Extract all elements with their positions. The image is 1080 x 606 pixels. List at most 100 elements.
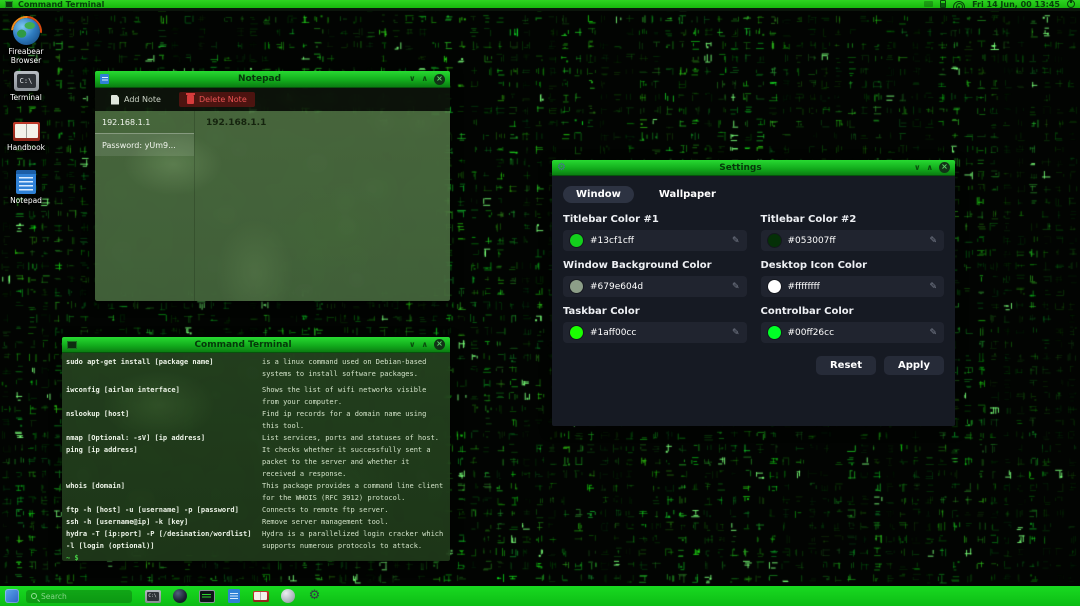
active-window-title[interactable]: Command Terminal (18, 0, 104, 10)
notepad-window-icon (100, 74, 109, 84)
field-window-background-color: Window Background Color #679e604d ✎ (563, 260, 747, 297)
color-swatch (570, 326, 583, 339)
pencil-icon[interactable]: ✎ (929, 282, 937, 292)
controlbar-app-command-terminal[interactable] (198, 588, 215, 604)
clock[interactable]: Fri 14 Jun, 00 13:45 (972, 0, 1060, 10)
settings-gear-icon: ⚙ (308, 588, 321, 603)
field-label: Taskbar Color (563, 306, 640, 317)
close-icon[interactable]: × (434, 73, 445, 85)
notepad-icon (16, 170, 36, 194)
notepad-window: Notepad ∨ ∧ × Add Note Delete Note 192.1… (95, 71, 450, 301)
apply-button[interactable]: Apply (883, 356, 944, 375)
terminal-row: ftp -h [host] -u [username] -p [password… (66, 506, 389, 514)
handbook-icon (12, 122, 40, 141)
maximize-icon[interactable]: ∧ (422, 340, 429, 350)
command-terminal-icon (198, 589, 215, 603)
notepad-titlebar[interactable]: Notepad ∨ ∧ × (95, 71, 450, 88)
minimize-icon[interactable]: ∨ (914, 163, 921, 173)
terminal-row: hydra -T [ip:port] -P [/desination/wordl… (66, 530, 444, 550)
terminal-row: sudo apt-get install [package name] is a… (66, 358, 427, 378)
reset-button[interactable]: Reset (815, 356, 876, 375)
close-icon[interactable]: × (434, 339, 445, 350)
controlbar-app-browser[interactable] (171, 588, 188, 604)
notepad-icon (227, 589, 240, 603)
settings-window: ⚙ Settings ∨ ∧ × Window Wallpaper Titleb… (552, 160, 955, 426)
minimize-icon[interactable]: ∨ (409, 74, 416, 84)
settings-window-title: Settings (719, 162, 762, 173)
pencil-icon[interactable]: ✎ (732, 328, 740, 338)
terminal-row: nslookup [host] Find ip records for a do… (66, 410, 427, 430)
terminal-window-title: Command Terminal (194, 339, 292, 350)
gray-globe-icon (280, 589, 295, 603)
controlbar-app-notepad[interactable] (225, 588, 242, 604)
pencil-icon[interactable]: ✎ (732, 236, 740, 246)
terminal-row: whois [domain] This package provides a c… (66, 482, 444, 502)
color-input[interactable]: #ffffffff ✎ (760, 276, 944, 297)
color-input[interactable]: #053007ff ✎ (760, 230, 944, 251)
wifi-icon[interactable] (953, 0, 966, 8)
browser-globe-icon (12, 18, 40, 45)
close-icon[interactable]: × (939, 162, 950, 173)
field-titlebar-color-1: Titlebar Color #1 #13cf1cff ✎ (563, 214, 747, 251)
terminal-titlebar[interactable]: Command Terminal ∨ ∧ × (62, 337, 450, 353)
settings-tabs: Window Wallpaper (563, 186, 944, 203)
color-input[interactable]: #679e604d ✎ (563, 276, 747, 297)
field-titlebar-color-2: Titlebar Color #2 #053007ff ✎ (760, 214, 944, 251)
trash-icon (185, 93, 195, 104)
tab-wallpaper[interactable]: Wallpaper (646, 186, 729, 203)
power-icon[interactable] (1067, 0, 1075, 8)
note-list-item[interactable]: 192.168.1.1 (95, 111, 194, 134)
settings-body: Window Wallpaper Titlebar Color #1 #13cf… (552, 176, 955, 375)
note-content[interactable]: 192.168.1.1 (195, 111, 450, 301)
settings-window-icon: ⚙ (557, 161, 566, 173)
add-note-button[interactable]: Add Note (103, 92, 169, 108)
color-swatch (570, 280, 583, 293)
settings-titlebar[interactable]: ⚙ Settings ∨ ∧ × (552, 160, 955, 176)
terminal-output[interactable]: sudo apt-get install [package name] is a… (62, 353, 450, 561)
terminal-icon: C:\ (13, 71, 39, 91)
color-input[interactable]: #00ff26cc ✎ (760, 322, 944, 343)
pencil-icon[interactable]: ✎ (929, 328, 937, 338)
desktop-icon-notepad[interactable]: Notepad (3, 170, 49, 206)
controlbar-app-handbook[interactable] (252, 588, 269, 604)
notepad-window-title: Notepad (237, 74, 282, 84)
terminal-window-icon (67, 340, 77, 349)
battery-icon[interactable] (940, 0, 947, 8)
minimize-icon[interactable]: ∨ (409, 340, 416, 350)
color-input[interactable]: #1aff00cc ✎ (563, 322, 747, 343)
desktop-icon-fireabear-browser[interactable]: Fireabear Browser (3, 18, 49, 65)
field-label: Titlebar Color #1 (563, 214, 659, 225)
note-list-item[interactable]: Password: yUm9... (95, 134, 194, 156)
desktop-icon-label: Terminal (10, 93, 42, 102)
pencil-icon[interactable]: ✎ (732, 282, 740, 292)
color-input[interactable]: #13cf1cff ✎ (563, 230, 747, 251)
search-input[interactable] (41, 591, 121, 601)
color-swatch (570, 234, 583, 247)
notes-list: 192.168.1.1 Password: yUm9... (95, 111, 195, 301)
notepad-toolbar: Add Note Delete Note (95, 88, 450, 111)
controlbar-app-terminal[interactable]: C:\ (144, 588, 161, 604)
controlbar-app-settings[interactable]: ⚙ (306, 588, 323, 604)
tray-icon[interactable] (924, 1, 934, 7)
search-box[interactable] (26, 589, 132, 603)
bottom-controlbar: C:\ ⚙ (0, 586, 1080, 606)
command-terminal-window: Command Terminal ∨ ∧ × sudo apt-get inst… (62, 337, 450, 561)
delete-note-button[interactable]: Delete Note (178, 92, 255, 107)
terminal-row: ssh -h [username@ip] -k [key] Remove ser… (66, 518, 389, 526)
top-taskbar: Command Terminal Fri 14 Jun, 00 13:45 (0, 0, 1080, 11)
color-swatch (767, 326, 781, 339)
color-swatch (767, 234, 781, 247)
start-menu-button[interactable] (5, 589, 19, 603)
desktop-icon-handbook[interactable]: Handbook (3, 122, 49, 153)
terminal-prompt[interactable]: ~ $ (66, 552, 446, 561)
field-taskbar-color: Taskbar Color #1aff00cc ✎ (563, 306, 747, 343)
maximize-icon[interactable]: ∧ (927, 163, 934, 173)
desktop-icon-terminal[interactable]: C:\ Terminal (3, 71, 49, 103)
tab-window[interactable]: Window (563, 186, 634, 203)
controlbar-app-globe[interactable] (279, 588, 296, 604)
maximize-icon[interactable]: ∧ (422, 74, 429, 84)
field-desktop-icon-color: Desktop Icon Color #ffffffff ✎ (760, 260, 944, 297)
terminal-row: ping [ip address] It checks whether it s… (66, 446, 431, 478)
field-label: Desktop Icon Color (760, 260, 868, 271)
pencil-icon[interactable]: ✎ (929, 236, 937, 246)
